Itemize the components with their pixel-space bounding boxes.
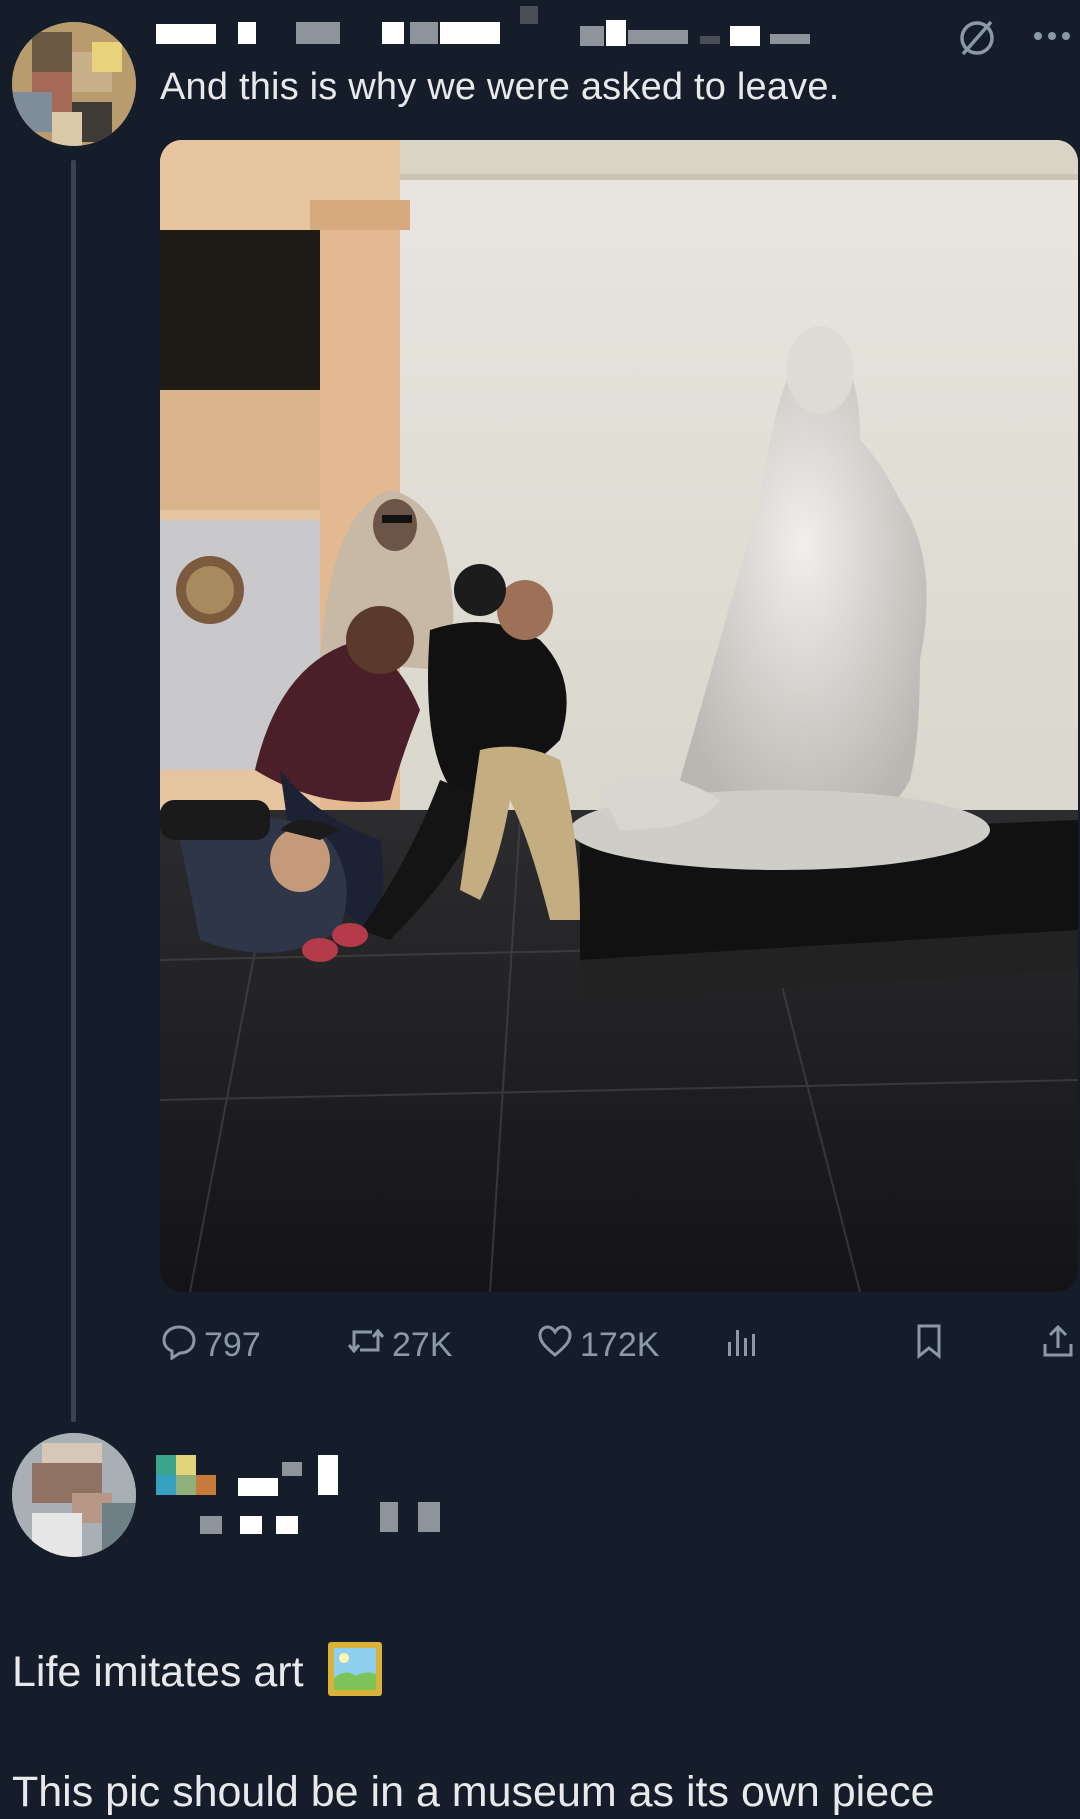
heart-icon (536, 1322, 574, 1369)
bookmark-icon (912, 1322, 946, 1369)
bookmark-button[interactable] (912, 1322, 946, 1369)
share-icon (1040, 1322, 1076, 1369)
avatar[interactable] (12, 22, 136, 146)
like-count: 172K (580, 1326, 660, 1364)
share-button[interactable] (1040, 1322, 1076, 1369)
repost-icon (346, 1322, 386, 1369)
reply-icon (160, 1322, 198, 1369)
more-options-icon[interactable] (1030, 26, 1074, 46)
repost-button[interactable]: 27K (346, 1322, 453, 1369)
thread-line (71, 160, 76, 1422)
framed-picture-emoji-icon (326, 1640, 384, 1709)
views-button[interactable] (724, 1322, 758, 1369)
reply-line-2: This pic should be in a museum as its ow… (12, 1768, 935, 1816)
reply-button[interactable]: 797 (160, 1322, 261, 1369)
post-caption: And this is why we were asked to leave. (160, 66, 840, 108)
repost-count: 27K (392, 1326, 453, 1364)
post-image[interactable] (160, 140, 1078, 1292)
like-button[interactable]: 172K (536, 1322, 659, 1369)
reply-line-1: Life imitates art (12, 1640, 384, 1709)
post-actions: 797 27K 172K (160, 1322, 1080, 1370)
analytics-icon (724, 1322, 758, 1369)
reply-avatar[interactable] (12, 1433, 136, 1557)
reply-count: 797 (204, 1326, 261, 1364)
grok-icon[interactable] (955, 16, 999, 60)
